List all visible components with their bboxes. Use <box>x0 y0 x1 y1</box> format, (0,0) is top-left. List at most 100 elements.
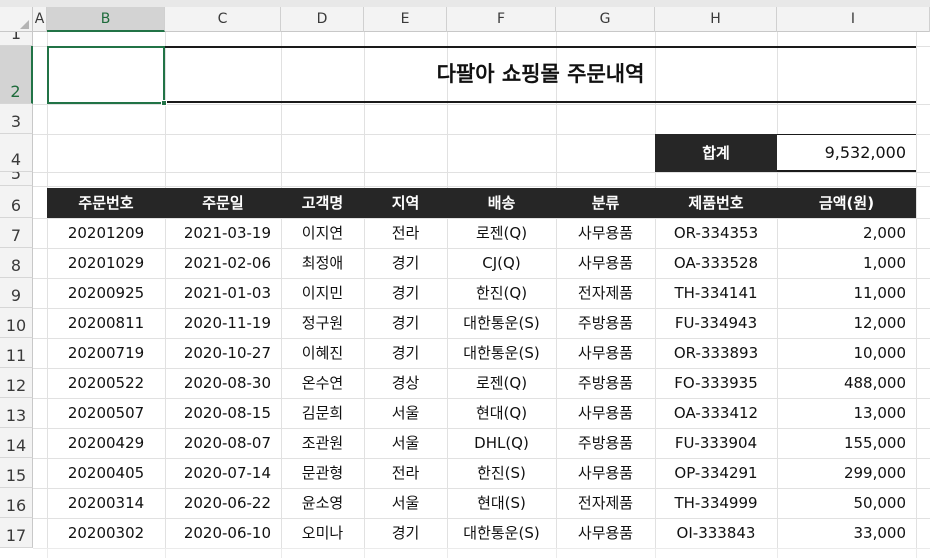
row-header-14[interactable]: 14 <box>0 428 33 458</box>
table-cell[interactable]: OA-333412 <box>655 398 777 428</box>
row-header-1[interactable]: 1 <box>0 32 33 46</box>
table-cell[interactable]: 이지연 <box>281 218 364 248</box>
row-header-15[interactable]: 15 <box>0 458 33 488</box>
table-cell[interactable]: 20200719 <box>47 338 165 368</box>
table-header-cell[interactable]: 분류 <box>556 188 655 218</box>
table-cell[interactable]: FU-333904 <box>655 428 777 458</box>
table-cell[interactable]: 2020-07-14 <box>165 458 281 488</box>
row-header-8[interactable]: 8 <box>0 248 33 278</box>
table-cell[interactable]: 155,000 <box>777 428 916 458</box>
table-cell[interactable]: 2020-08-15 <box>165 398 281 428</box>
table-cell[interactable]: 사무용품 <box>556 398 655 428</box>
table-cell[interactable]: 사무용품 <box>556 338 655 368</box>
row-header-11[interactable]: 11 <box>0 338 33 368</box>
table-cell[interactable]: 488,000 <box>777 368 916 398</box>
table-cell[interactable]: 주방용품 <box>556 428 655 458</box>
table-cell[interactable]: 전라 <box>364 218 447 248</box>
table-cell[interactable]: FO-333935 <box>655 368 777 398</box>
table-cell[interactable]: 한진(Q) <box>447 278 556 308</box>
row-header-3[interactable]: 3 <box>0 104 33 134</box>
table-cell[interactable]: 대한통운(S) <box>447 518 556 548</box>
table-cell[interactable]: 2,000 <box>777 218 916 248</box>
table-header-cell[interactable]: 제품번호 <box>655 188 777 218</box>
table-cell[interactable]: FU-334943 <box>655 308 777 338</box>
table-cell[interactable]: 김문희 <box>281 398 364 428</box>
row-header-6[interactable]: 6 <box>0 186 33 218</box>
table-cell[interactable]: 전라 <box>364 458 447 488</box>
table-cell[interactable]: 2020-10-27 <box>165 338 281 368</box>
row-header-9[interactable]: 9 <box>0 278 33 308</box>
table-cell[interactable]: 299,000 <box>777 458 916 488</box>
table-cell[interactable]: 경기 <box>364 518 447 548</box>
table-cell[interactable]: 전자제품 <box>556 488 655 518</box>
table-header-cell[interactable]: 지역 <box>364 188 447 218</box>
table-cell[interactable]: CJ(Q) <box>447 248 556 278</box>
table-cell[interactable]: 20200429 <box>47 428 165 458</box>
table-cell[interactable]: TH-334141 <box>655 278 777 308</box>
table-cell[interactable]: OI-333843 <box>655 518 777 548</box>
table-cell[interactable]: OR-334353 <box>655 218 777 248</box>
table-cell[interactable]: 20201209 <box>47 218 165 248</box>
column-header-b[interactable]: B <box>47 7 165 32</box>
table-header-cell[interactable]: 고객명 <box>281 188 364 218</box>
table-cell[interactable]: 20201029 <box>47 248 165 278</box>
table-cell[interactable]: 현대(S) <box>447 488 556 518</box>
table-header-cell[interactable]: 주문번호 <box>47 188 165 218</box>
table-cell[interactable]: OR-333893 <box>655 338 777 368</box>
row-header-5[interactable]: 5 <box>0 172 33 186</box>
table-cell[interactable]: 전자제품 <box>556 278 655 308</box>
column-header-c[interactable]: C <box>165 7 281 32</box>
table-cell[interactable]: 주방용품 <box>556 308 655 338</box>
column-header-a[interactable]: A <box>33 7 47 32</box>
table-cell[interactable]: 10,000 <box>777 338 916 368</box>
table-cell[interactable]: 대한통운(S) <box>447 308 556 338</box>
table-cell[interactable]: 2020-11-19 <box>165 308 281 338</box>
table-cell[interactable]: 20200811 <box>47 308 165 338</box>
table-cell[interactable]: 50,000 <box>777 488 916 518</box>
table-cell[interactable]: 한진(S) <box>447 458 556 488</box>
table-cell[interactable]: 2020-06-22 <box>165 488 281 518</box>
table-header-cell[interactable]: 금액(원) <box>777 188 916 218</box>
table-cell[interactable]: 2021-01-03 <box>165 278 281 308</box>
table-cell[interactable]: 경기 <box>364 308 447 338</box>
table-cell[interactable]: 대한통운(S) <box>447 338 556 368</box>
row-header-7[interactable]: 7 <box>0 218 33 248</box>
fill-handle[interactable] <box>161 100 167 106</box>
column-header-e[interactable]: E <box>364 7 447 32</box>
table-cell[interactable]: 윤소영 <box>281 488 364 518</box>
table-cell[interactable]: 2020-08-30 <box>165 368 281 398</box>
row-header-4[interactable]: 4 <box>0 134 33 172</box>
table-header-cell[interactable]: 배송 <box>447 188 556 218</box>
table-cell[interactable]: 20200302 <box>47 518 165 548</box>
table-cell[interactable]: 로젠(Q) <box>447 368 556 398</box>
sheet-title[interactable]: 다팔아 쇼핑몰 주문내역 <box>165 48 916 101</box>
table-cell[interactable]: 20200314 <box>47 488 165 518</box>
total-label-cell[interactable]: 합계 <box>655 134 777 172</box>
table-cell[interactable]: 정구원 <box>281 308 364 338</box>
active-cell-selection[interactable] <box>47 46 165 104</box>
table-cell[interactable]: 20200405 <box>47 458 165 488</box>
row-header-16[interactable]: 16 <box>0 488 33 518</box>
table-cell[interactable]: OP-334291 <box>655 458 777 488</box>
table-cell[interactable]: OA-333528 <box>655 248 777 278</box>
table-cell[interactable]: 13,000 <box>777 398 916 428</box>
table-cell[interactable]: 사무용품 <box>556 218 655 248</box>
table-cell[interactable]: 33,000 <box>777 518 916 548</box>
table-cell[interactable]: 20200522 <box>47 368 165 398</box>
table-cell[interactable]: 경기 <box>364 338 447 368</box>
table-header-cell[interactable]: 주문일 <box>165 188 281 218</box>
row-header-13[interactable]: 13 <box>0 398 33 428</box>
column-header-g[interactable]: G <box>556 7 655 32</box>
table-cell[interactable]: 경상 <box>364 368 447 398</box>
table-cell[interactable]: 로젠(Q) <box>447 218 556 248</box>
table-cell[interactable]: 경기 <box>364 248 447 278</box>
column-header-f[interactable]: F <box>447 7 556 32</box>
table-cell[interactable]: 2021-02-06 <box>165 248 281 278</box>
column-header-d[interactable]: D <box>281 7 364 32</box>
table-cell[interactable]: DHL(Q) <box>447 428 556 458</box>
column-header-h[interactable]: H <box>655 7 777 32</box>
table-cell[interactable]: 서울 <box>364 428 447 458</box>
table-cell[interactable]: 2021-03-19 <box>165 218 281 248</box>
table-cell[interactable]: 사무용품 <box>556 458 655 488</box>
table-cell[interactable]: 이지민 <box>281 278 364 308</box>
